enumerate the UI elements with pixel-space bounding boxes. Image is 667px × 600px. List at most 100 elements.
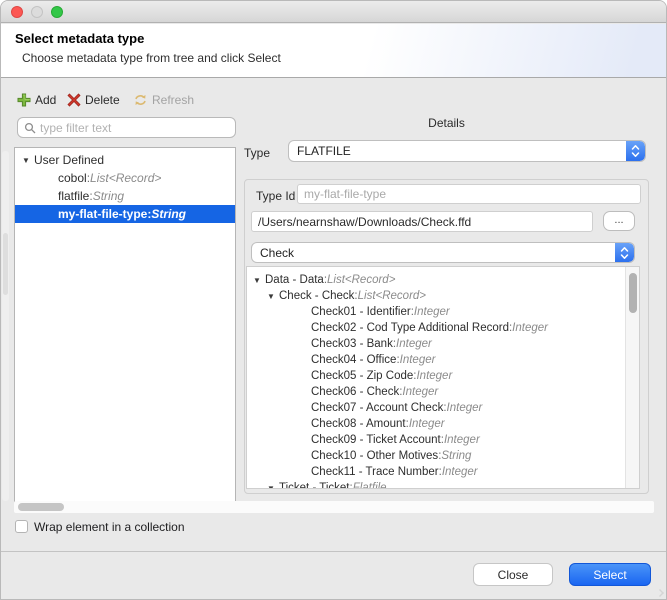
tree-item[interactable]: ▼Data - Data : List<Record> [247, 272, 639, 288]
type-label: Type [244, 146, 270, 160]
scrollbar-thumb[interactable] [3, 233, 8, 295]
wrap-collection-checkbox[interactable] [15, 520, 28, 533]
tree-item[interactable]: ▼Ticket - Ticket : Flatfile [247, 480, 639, 489]
tree-item[interactable]: Check05 - Zip Code : Integer [247, 368, 639, 384]
page-title: Select metadata type [15, 31, 144, 46]
metadata-type-tree[interactable]: ▼User Definedcobol : List<Record>flatfil… [14, 147, 236, 504]
tree-item-label: Check03 - Bank [311, 338, 393, 350]
tree-item-type: Integer [447, 402, 483, 414]
scrollbar-thumb[interactable] [18, 503, 64, 511]
tree-item[interactable]: flatfile : String [15, 187, 235, 205]
refresh-button[interactable]: Refresh [133, 91, 194, 109]
filter-field[interactable] [17, 117, 236, 138]
tree-item[interactable]: Check09 - Ticket Account : Integer [247, 432, 639, 448]
search-icon [24, 122, 36, 134]
tree-item-type: Integer [416, 370, 452, 382]
tree-item-label: Check04 - Office [311, 354, 396, 366]
type-dropdown[interactable]: FLATFILE [288, 140, 646, 162]
close-button[interactable]: Close [473, 563, 553, 586]
refresh-icon [133, 93, 148, 107]
tree-item-label: Check05 - Zip Code [311, 370, 413, 382]
chevron-up-down-icon [626, 141, 645, 161]
tree-item[interactable]: Check04 - Office : Integer [247, 352, 639, 368]
type-id-label: Type Id [256, 189, 295, 203]
page-subtitle: Choose metadata type from tree and click… [22, 51, 281, 65]
record-dropdown[interactable]: Check [251, 242, 635, 263]
horizontal-scrollbar[interactable] [14, 501, 654, 513]
dialog-window: Select metadata type Choose metadata typ… [0, 0, 667, 600]
select-button[interactable]: Select [569, 563, 651, 586]
tree-item[interactable]: Check03 - Bank : Integer [247, 336, 639, 352]
tree-item-label: Check07 - Account Check [311, 402, 443, 414]
tree-item-label: Check11 - Trace Number [311, 466, 439, 478]
tree-item[interactable]: my-flat-file-type : String [15, 205, 235, 223]
tree-vertical-scrollbar[interactable] [625, 267, 639, 488]
resize-grip-icon[interactable] [656, 589, 664, 597]
delete-button[interactable]: Delete [67, 91, 120, 109]
tree-item-type: String [151, 207, 186, 221]
refresh-label: Refresh [152, 93, 194, 107]
tree-item[interactable]: ▼User Defined [15, 151, 235, 169]
tree-item-type: Integer [442, 466, 478, 478]
tree-item-label: Data - Data [265, 274, 324, 286]
delete-label: Delete [85, 93, 120, 107]
tree-item[interactable]: cobol : List<Record> [15, 169, 235, 187]
tree-item-label: Ticket - Ticket [279, 482, 350, 489]
filter-input[interactable] [40, 121, 229, 135]
disclosure-triangle-icon[interactable]: ▼ [253, 276, 265, 285]
disclosure-triangle-icon[interactable]: ▼ [267, 292, 279, 301]
record-dropdown-value: Check [260, 246, 294, 260]
zoom-window-icon[interactable] [51, 6, 63, 18]
add-button[interactable]: Add [17, 91, 56, 109]
tree-item-type: String [441, 450, 471, 462]
browse-button[interactable]: ... [603, 211, 635, 231]
tree-item[interactable]: Check08 - Amount : Integer [247, 416, 639, 432]
tree-item-type: List<Record> [90, 171, 161, 185]
tree-item-type: Integer [402, 386, 438, 398]
tree-item-label: cobol [58, 171, 87, 185]
add-icon [17, 93, 31, 107]
type-id-input[interactable] [297, 184, 641, 204]
tree-item-label: Check01 - Identifier [311, 306, 411, 318]
tree-item-type: Integer [512, 322, 548, 334]
footer-divider [1, 551, 666, 552]
tree-item[interactable]: Check11 - Trace Number : Integer [247, 464, 639, 480]
tree-item[interactable]: Check01 - Identifier : Integer [247, 304, 639, 320]
tree-item-type: Integer [400, 354, 436, 366]
tree-item-label: Check09 - Ticket Account [311, 434, 441, 446]
tree-item[interactable]: Check06 - Check : Integer [247, 384, 639, 400]
tree-item-label: Check02 - Cod Type Additional Record [311, 322, 509, 334]
tree-item-type: List<Record> [358, 290, 426, 302]
scrollbar-thumb[interactable] [629, 273, 637, 313]
disclosure-triangle-icon[interactable]: ▼ [267, 484, 279, 490]
tree-item-type: Flatfile [353, 482, 387, 489]
tree-item-type: String [93, 189, 124, 203]
tree-item-type: Integer [396, 338, 432, 350]
minimize-window-icon[interactable] [31, 6, 43, 18]
tree-item[interactable]: Check02 - Cod Type Additional Record : I… [247, 320, 639, 336]
dialog-header: Select metadata type Choose metadata typ… [1, 24, 666, 78]
close-window-icon[interactable] [11, 6, 23, 18]
tree-item-label: flatfile [58, 189, 89, 203]
add-label: Add [35, 93, 56, 107]
tree-item-type: Integer [414, 306, 450, 318]
record-structure-tree[interactable]: ▼Data - Data : List<Record>▼Check - Chec… [246, 266, 640, 489]
tree-item-type: Integer [409, 418, 445, 430]
tree-item[interactable]: ▼Check - Check : List<Record> [247, 288, 639, 304]
tree-item-label: User Defined [34, 153, 104, 167]
tree-item-label: Check08 - Amount [311, 418, 406, 430]
file-path-input[interactable] [251, 211, 593, 232]
tree-item-type: Integer [444, 434, 480, 446]
tree-item-label: Check10 - Other Motives [311, 450, 438, 462]
tree-item-label: Check - Check [279, 290, 354, 302]
wrap-collection-label: Wrap element in a collection [34, 520, 185, 534]
title-bar[interactable] [1, 1, 666, 23]
tree-item[interactable]: Check10 - Other Motives : String [247, 448, 639, 464]
chevron-up-down-icon [615, 243, 634, 262]
tree-item[interactable]: Check07 - Account Check : Integer [247, 400, 639, 416]
tree-item-label: my-flat-file-type [58, 207, 147, 221]
tree-item-label: Check06 - Check [311, 386, 399, 398]
disclosure-triangle-icon[interactable]: ▼ [22, 156, 34, 165]
window-vertical-scrollbar[interactable] [2, 151, 9, 501]
type-dropdown-value: FLATFILE [297, 144, 351, 158]
